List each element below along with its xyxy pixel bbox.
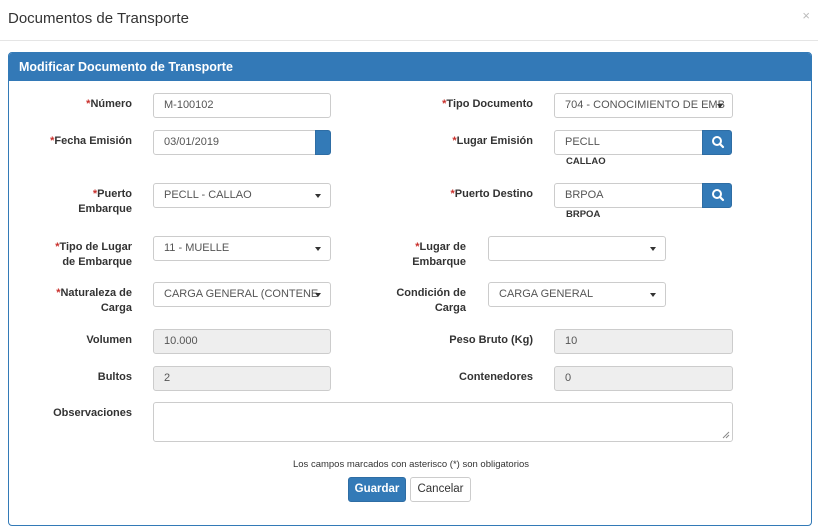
tipo-documento-label: *Tipo Documento	[442, 98, 533, 110]
volumen-input[interactable]: 10.000	[153, 329, 331, 354]
puerto-destino-input[interactable]: BRPOA	[554, 183, 703, 208]
lugar-emision-search-button[interactable]	[702, 130, 732, 155]
numero-label: *Número	[86, 98, 132, 110]
lugar-emision-description: CALLAO	[566, 156, 606, 167]
puerto-embarque-label: *Puerto Embarque	[78, 188, 132, 215]
panel-title: Modificar Documento de Transporte	[9, 53, 811, 81]
puerto-destino-search-button[interactable]	[702, 183, 732, 208]
chevron-down-icon	[717, 104, 723, 108]
numero-input[interactable]: M-100102	[153, 93, 331, 118]
lugar-emision-input[interactable]: PECLL	[554, 130, 703, 155]
chevron-down-icon	[315, 247, 321, 251]
puerto-destino-label: *Puerto Destino	[450, 188, 533, 200]
chevron-down-icon	[650, 247, 656, 251]
chevron-down-icon	[315, 293, 321, 297]
tipo-documento-select[interactable]: 704 - CONOCIMIENTO DE EMB	[554, 93, 733, 118]
save-button[interactable]: Guardar	[348, 477, 406, 502]
peso-bruto-input[interactable]: 10	[554, 329, 733, 354]
tipo-lugar-embarque-select[interactable]: 11 - MUELLE	[153, 236, 331, 261]
form-panel: Modificar Documento de Transporte *Númer…	[8, 52, 812, 526]
tipo-lugar-embarque-label: *Tipo de Lugar de Embarque	[55, 241, 132, 268]
bultos-input[interactable]: 2	[153, 366, 331, 391]
observaciones-label: Observaciones	[53, 407, 132, 419]
condicion-carga-label: Condición de Carga	[396, 287, 466, 314]
lugar-emision-label: *Lugar Emisión	[452, 135, 533, 147]
chevron-down-icon	[315, 194, 321, 198]
peso-bruto-label: Peso Bruto (Kg)	[449, 334, 533, 346]
contenedores-label: Contenedores	[459, 371, 533, 383]
close-icon[interactable]: ×	[802, 8, 810, 23]
puerto-destino-description: BRPOA	[566, 209, 601, 220]
condicion-carga-select[interactable]: CARGA GENERAL	[488, 282, 666, 307]
calendar-icon[interactable]	[315, 130, 331, 155]
fecha-emision-label: *Fecha Emisión	[50, 135, 132, 147]
search-icon	[712, 136, 725, 149]
volumen-label: Volumen	[86, 334, 132, 346]
modal-header: Documentos de Transporte ×	[0, 0, 818, 41]
fecha-emision-input[interactable]: 03/01/2019	[153, 130, 316, 155]
puerto-embarque-select[interactable]: PECLL - CALLAO	[153, 183, 331, 208]
cancel-button[interactable]: Cancelar	[410, 477, 471, 502]
modal-title: Documentos de Transporte	[8, 10, 189, 27]
bultos-label: Bultos	[97, 371, 132, 383]
required-fields-note: Los campos marcados con asterisco (*) so…	[292, 459, 530, 470]
naturaleza-carga-select[interactable]: CARGA GENERAL (CONTENE	[153, 282, 331, 307]
search-icon	[712, 189, 725, 202]
lugar-embarque-label: *Lugar de Embarque	[412, 241, 466, 268]
naturaleza-carga-label: *Naturaleza de Carga	[56, 287, 132, 314]
lugar-embarque-select[interactable]	[488, 236, 666, 261]
contenedores-input[interactable]: 0	[554, 366, 733, 391]
resize-grip-icon[interactable]	[722, 431, 730, 439]
observaciones-textarea[interactable]	[153, 402, 733, 442]
chevron-down-icon	[650, 293, 656, 297]
